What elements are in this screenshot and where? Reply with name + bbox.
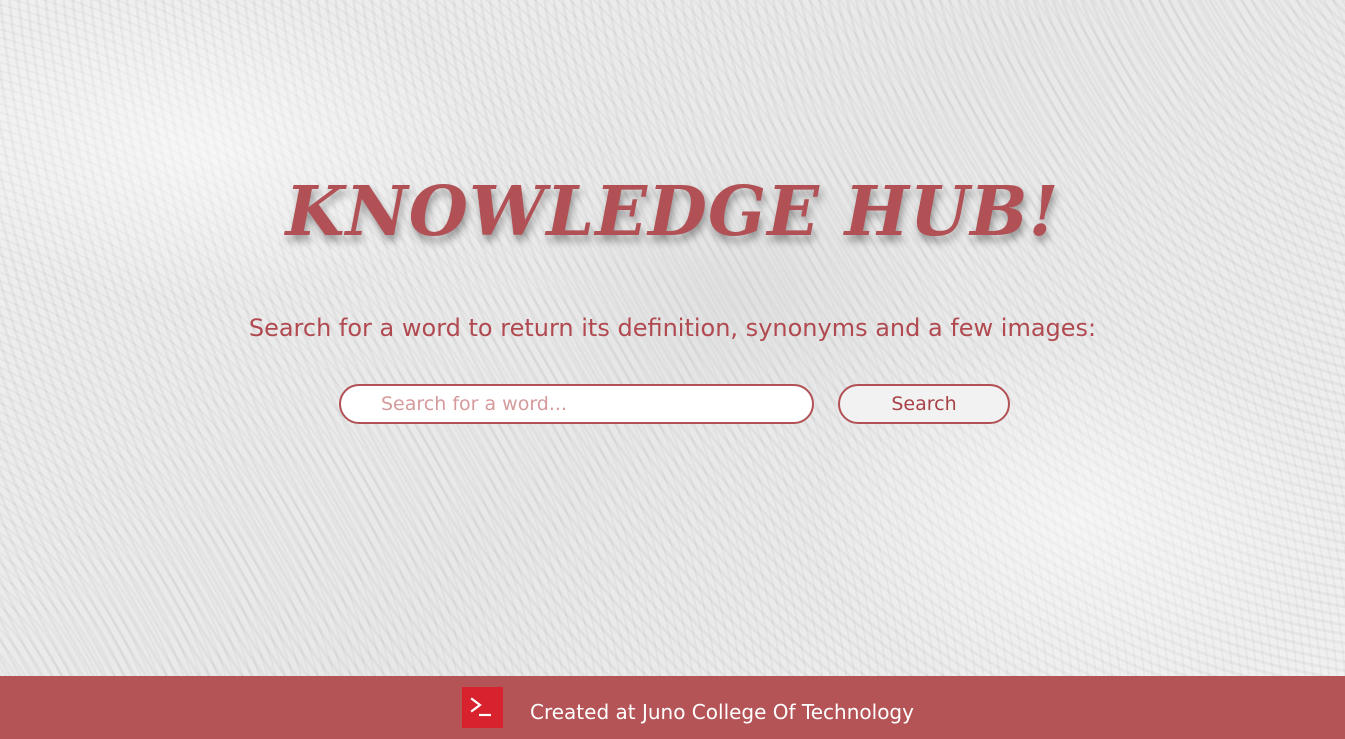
footer-credit-text: Created at Juno College Of Technology	[530, 700, 914, 724]
footer: Created at Juno College Of Technology	[0, 676, 1345, 739]
page-title: KNOWLEDGE HUB!	[285, 172, 1060, 252]
terminal-prompt-icon	[462, 687, 503, 728]
hero-section: KNOWLEDGE HUB! Search for a word to retu…	[0, 0, 1345, 676]
search-input[interactable]	[339, 384, 814, 424]
search-button[interactable]: Search	[838, 384, 1010, 424]
page-subtitle: Search for a word to return its definiti…	[248, 314, 1097, 342]
